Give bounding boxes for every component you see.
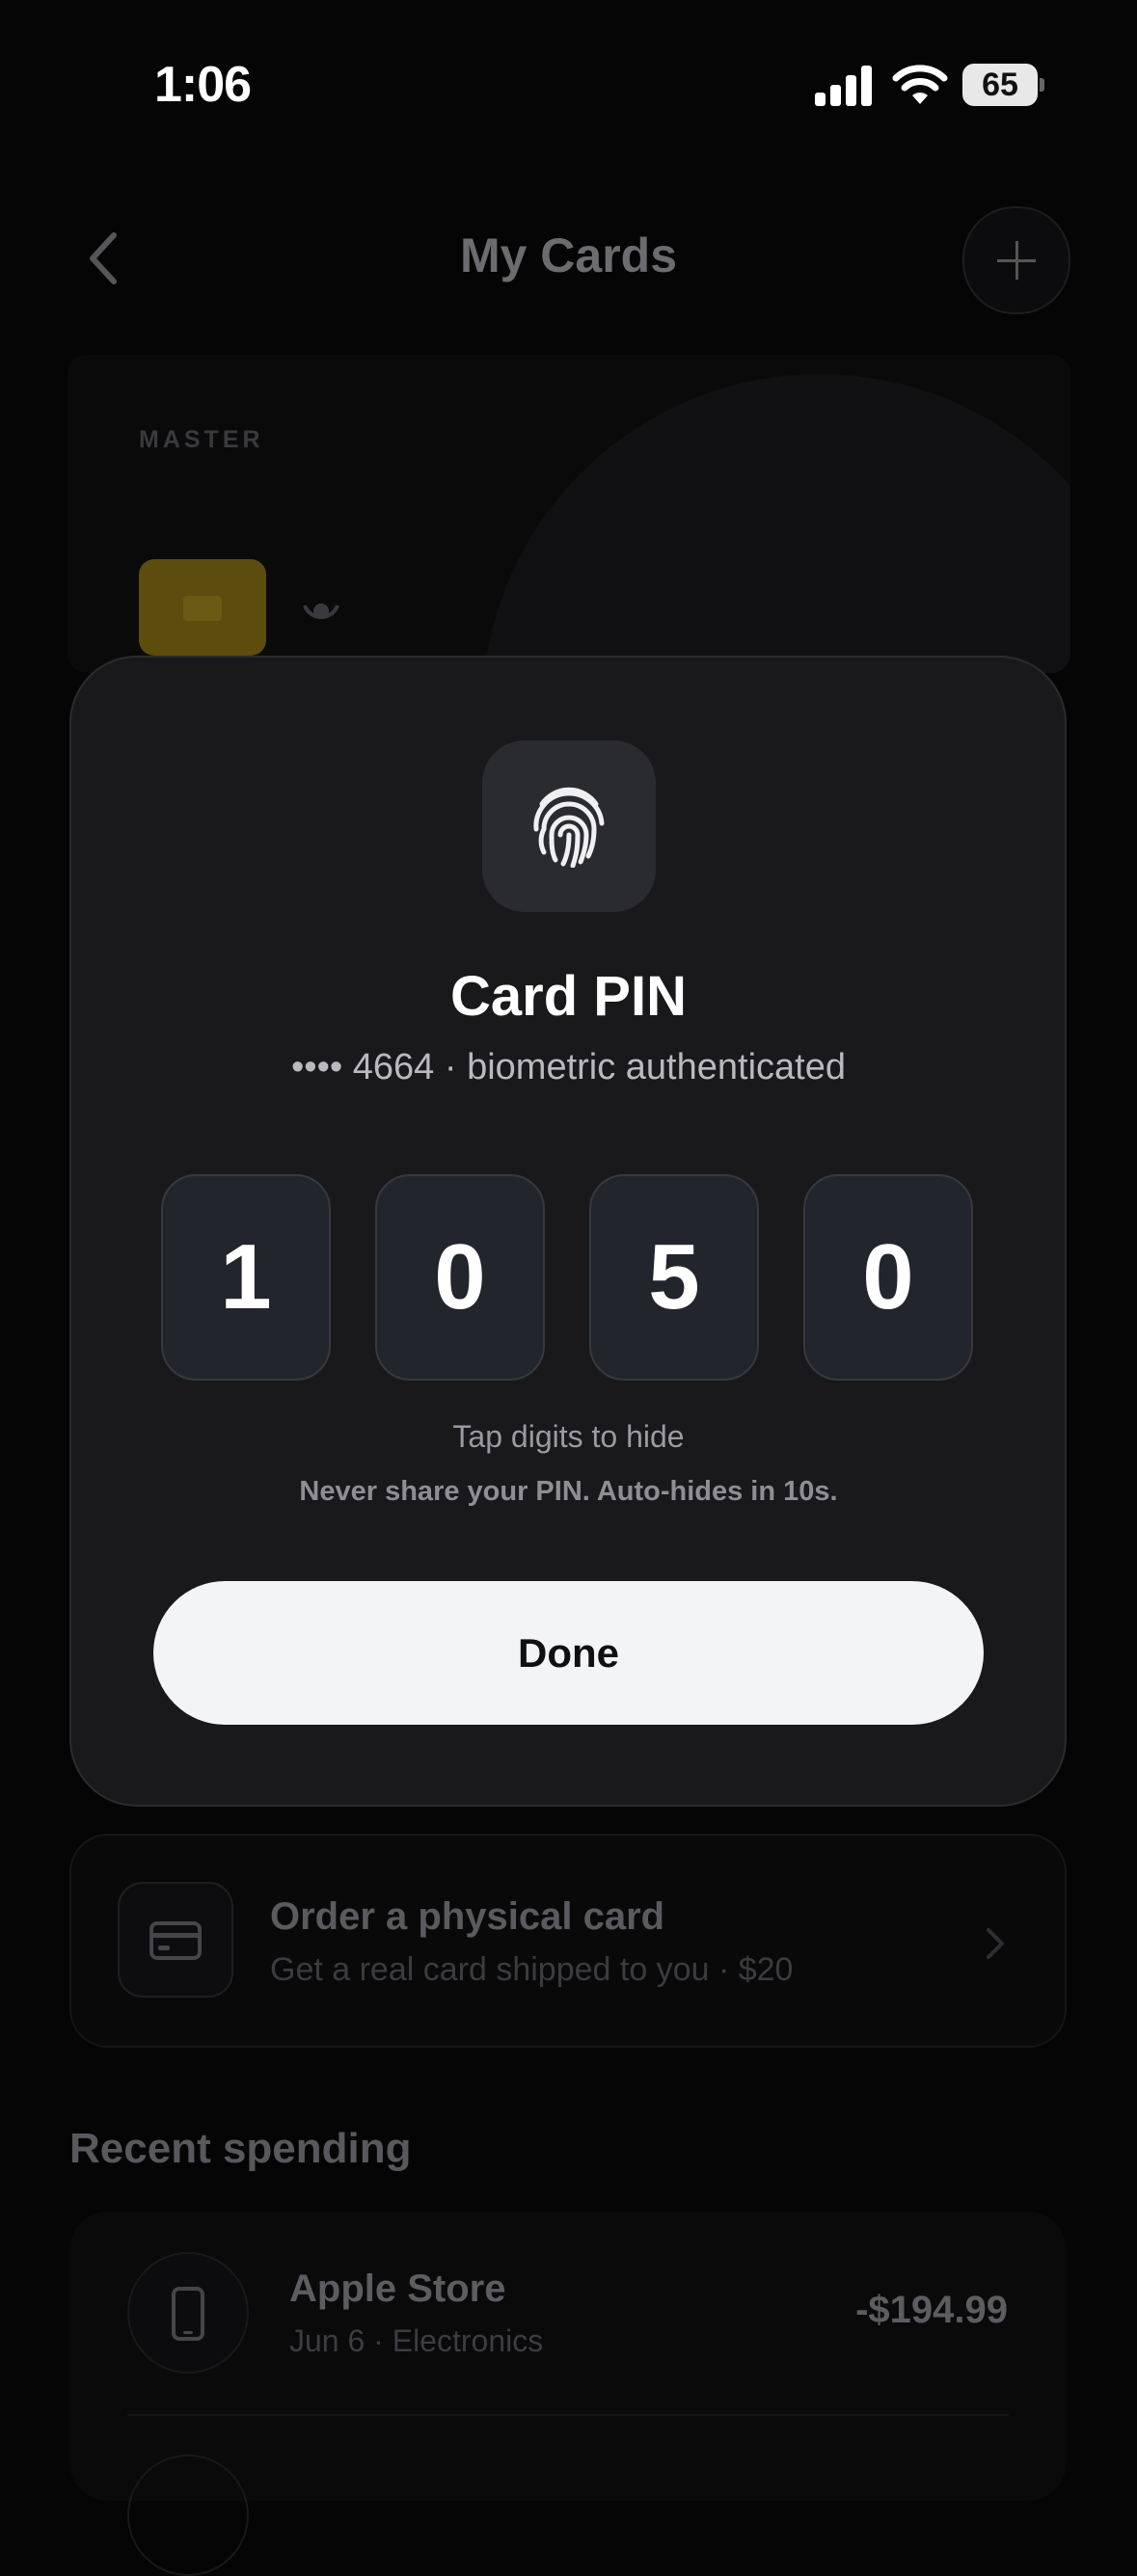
section-title-recent-spending: Recent spending: [69, 2125, 412, 2172]
cellular-signal-icon: [815, 64, 873, 106]
transaction-icon-circle-partial: [127, 2455, 249, 2576]
phone-icon: [172, 2287, 204, 2341]
transaction-meta: Jun 6 · Electronics: [289, 2323, 544, 2358]
pin-digit-4[interactable]: 0: [803, 1174, 973, 1381]
status-time: 1:06: [154, 57, 252, 113]
battery-indicator: 65: [962, 64, 1044, 106]
pin-digit-1[interactable]: 1: [161, 1174, 331, 1381]
pin-hint: Tap digits to hide: [452, 1419, 685, 1454]
wifi-icon: [892, 65, 948, 104]
pin-digit-3[interactable]: 5: [589, 1174, 759, 1381]
add-card-button[interactable]: [962, 206, 1070, 314]
order-subtitle: Get a real card shipped to you · $20: [270, 1951, 794, 1988]
order-title: Order a physical card: [270, 1895, 665, 1938]
modal-title: Card PIN: [450, 965, 687, 1028]
card-brand: MASTER: [139, 426, 264, 453]
transaction-amount: -$194.99: [855, 2289, 1008, 2331]
pin-warning: Never share your PIN. Auto-hides in 10s.: [299, 1476, 838, 1507]
modal-subtitle: •••• 4664 · biometric authenticated: [291, 1047, 846, 1087]
transaction-name[interactable]: Apple Store: [289, 2267, 505, 2311]
credit-card-icon: [149, 1921, 202, 1960]
chevron-right-icon: [987, 1928, 1004, 1959]
contactless-icon: [303, 604, 339, 620]
card-chip-detail: [183, 596, 222, 621]
list-divider: [127, 2414, 1009, 2416]
pin-digit-2[interactable]: 0: [375, 1174, 545, 1381]
done-button[interactable]: Done: [153, 1581, 984, 1725]
fingerprint-icon: [533, 787, 605, 868]
